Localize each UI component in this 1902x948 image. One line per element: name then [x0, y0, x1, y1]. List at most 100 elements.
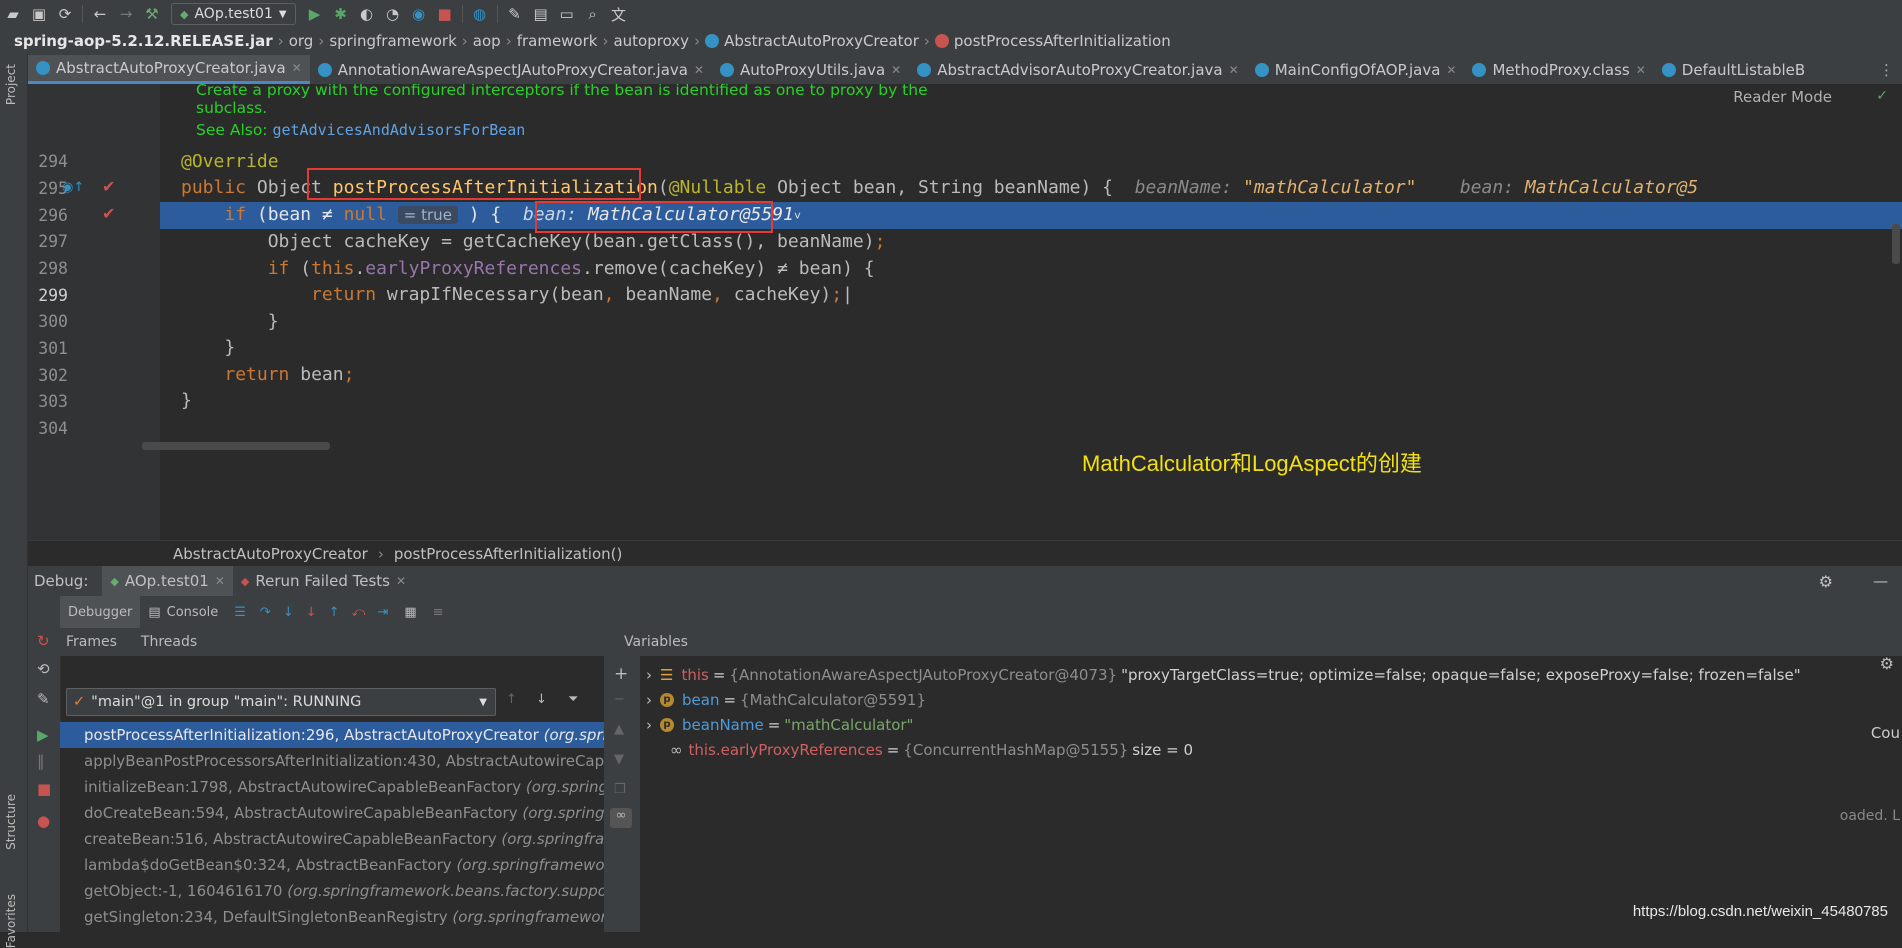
move-down-icon[interactable]: ▼: [614, 752, 624, 767]
tab-abstract-auto-proxy-creator[interactable]: AbstractAutoProxyCreator.java ✕: [28, 55, 310, 84]
profile-icon[interactable]: ◔: [380, 2, 406, 26]
force-step-into-icon[interactable]: ↓: [306, 605, 317, 620]
chevron-right-icon[interactable]: ›: [646, 691, 652, 709]
tab-abstract-advisor-auto-proxy-creator[interactable]: AbstractAdvisorAutoProxyCreator.java ✕: [909, 55, 1246, 84]
step-over-icon[interactable]: ↷: [260, 605, 271, 620]
settings-wrench-icon[interactable]: ✎: [37, 690, 50, 708]
debugger-tab[interactable]: Debugger: [60, 596, 141, 628]
terminal-icon[interactable]: ▭: [554, 2, 580, 26]
close-icon[interactable]: ✕: [694, 63, 704, 77]
favorites-tool-window-button[interactable]: Favorites: [4, 894, 18, 948]
show-watches-icon[interactable]: ∞: [610, 808, 632, 828]
close-icon[interactable]: ✕: [1636, 63, 1646, 77]
frame-item[interactable]: createBean:516, AbstractAutowireCapableB…: [60, 826, 604, 852]
tab-auto-proxy-utils[interactable]: AutoProxyUtils.java ✕: [712, 55, 909, 84]
variable-row-beanname[interactable]: › p beanName = "mathCalculator": [646, 712, 913, 737]
coverage-icon[interactable]: ◐: [354, 2, 380, 26]
frame-item[interactable]: applyBeanPostProcessorsAfterInitializati…: [60, 748, 604, 774]
stop-icon[interactable]: ■: [37, 780, 51, 798]
sync-icon[interactable]: ⟳: [52, 2, 78, 26]
frame-item[interactable]: doCreateBean:594, AbstractAutowireCapabl…: [60, 800, 604, 826]
breakpoint-check-icon[interactable]: ✔: [102, 177, 115, 196]
close-icon[interactable]: ✕: [215, 574, 225, 588]
horizontal-scrollbar[interactable]: [142, 442, 330, 450]
move-up-icon[interactable]: ▲: [614, 722, 624, 737]
open-folder-icon[interactable]: ▰: [0, 2, 26, 26]
frame-item[interactable]: getSingleton:234, DefaultSingletonBeanRe…: [60, 904, 604, 930]
save-icon[interactable]: ▣: [26, 2, 52, 26]
copy-icon[interactable]: ❐: [614, 782, 626, 797]
navbar-class[interactable]: AbstractAutoProxyCreator: [173, 545, 368, 563]
variable-row-bean[interactable]: › p bean = {MathCalculator@5591}: [646, 687, 926, 712]
tab-main-config-of-aop[interactable]: MainConfigOfAOP.java ✕: [1247, 55, 1465, 84]
view-breakpoints-icon[interactable]: ●: [37, 812, 50, 830]
run-to-cursor-icon[interactable]: ⇥: [377, 605, 388, 620]
override-marker-icon[interactable]: ◉↑: [62, 180, 84, 195]
tab-default-listable[interactable]: DefaultListableB: [1654, 55, 1813, 84]
variable-row-this[interactable]: › ☰ this = {AnnotationAwareAspectJAutoPr…: [646, 662, 1801, 687]
frames-tab[interactable]: Frames: [60, 634, 129, 650]
breadcrumb-method[interactable]: postProcessAfterInitialization: [954, 32, 1171, 50]
chevron-right-icon[interactable]: ›: [646, 716, 652, 734]
chevron-down-icon[interactable]: ˅: [794, 209, 801, 223]
breadcrumb-package-springframework[interactable]: springframework: [329, 32, 456, 50]
vertical-scrollbar[interactable]: [1892, 224, 1900, 264]
previous-frame-icon[interactable]: ↑: [506, 692, 517, 707]
evaluate-expression-icon[interactable]: ▦: [404, 605, 416, 620]
breadcrumb-package-org[interactable]: org: [289, 32, 314, 50]
frame-item[interactable]: postProcessAfterInitialization:296, Abst…: [60, 722, 604, 748]
frame-item[interactable]: lambda$doGetBean$0:324, AbstractBeanFact…: [60, 852, 604, 878]
step-into-icon[interactable]: ↓: [283, 605, 294, 620]
gear-icon[interactable]: ⚙: [1880, 654, 1894, 673]
remove-watch-icon[interactable]: −: [614, 692, 625, 707]
debug-bug-icon[interactable]: ✱: [328, 2, 354, 26]
structure-tool-window-button[interactable]: Structure: [4, 794, 18, 850]
reader-mode-toggle[interactable]: Reader Mode: [1733, 88, 1832, 106]
next-frame-icon[interactable]: ↓: [536, 692, 547, 707]
breadcrumb-package-framework[interactable]: framework: [517, 32, 598, 50]
tab-overflow-menu[interactable]: ⋮: [1871, 55, 1902, 84]
gear-icon[interactable]: ⚙: [1819, 572, 1833, 591]
close-icon[interactable]: ✕: [891, 63, 901, 77]
navbar-method[interactable]: postProcessAfterInitialization(): [394, 545, 623, 563]
doc-link[interactable]: getAdvicesAndAdvisorsForBean: [272, 121, 525, 139]
show-execution-point-icon[interactable]: ☰: [234, 605, 246, 620]
rerun-failed-icon[interactable]: ↻: [37, 632, 50, 650]
tab-annotation-aware-aspectj[interactable]: AnnotationAwareAspectJAutoProxyCreator.j…: [310, 55, 712, 84]
variable-row-watch[interactable]: ∞ this.earlyProxyReferences = {Concurren…: [670, 737, 1193, 762]
tab-method-proxy[interactable]: MethodProxy.class ✕: [1464, 55, 1653, 84]
close-icon[interactable]: ✕: [396, 574, 406, 588]
close-icon[interactable]: ✕: [292, 61, 302, 75]
breadcrumb-package-aop[interactable]: aop: [473, 32, 501, 50]
close-icon[interactable]: ✕: [1229, 63, 1239, 77]
search-icon[interactable]: ⌕: [580, 2, 606, 26]
frame-item[interactable]: initializeBean:1798, AbstractAutowireCap…: [60, 774, 604, 800]
project-structure-icon[interactable]: ▤: [528, 2, 554, 26]
chevron-right-icon[interactable]: ›: [646, 666, 652, 684]
pause-icon[interactable]: ‖: [37, 752, 45, 770]
step-out-icon[interactable]: ↑: [329, 605, 340, 620]
update-icon[interactable]: ◍: [467, 2, 493, 26]
rerun-failed-tests-tab[interactable]: ◆ Rerun Failed Tests ✕: [233, 566, 414, 596]
trace-icon[interactable]: ≡: [433, 605, 444, 620]
build-hammer-icon[interactable]: ⚒: [139, 2, 165, 26]
debug-session-tab[interactable]: ◆ AOp.test01 ✕: [102, 566, 233, 596]
breadcrumb-package-autoproxy[interactable]: autoproxy: [613, 32, 689, 50]
breakpoint-check-icon[interactable]: ✔: [102, 204, 115, 223]
threads-tab[interactable]: Threads: [129, 634, 209, 650]
translate-icon[interactable]: 文: [606, 2, 632, 26]
console-tab[interactable]: ▤ Console: [140, 596, 226, 628]
code-editor[interactable]: Reader Mode ✓ Create a proxy with the co…: [28, 84, 1902, 540]
forward-icon[interactable]: →: [113, 2, 139, 26]
help-icon[interactable]: ◉: [406, 2, 432, 26]
breadcrumb-jar[interactable]: spring-aop-5.2.12.RELEASE.jar: [14, 32, 273, 50]
run-configuration-select[interactable]: ◆ AOp.test01 ▼: [171, 3, 296, 25]
stop-icon[interactable]: ■: [432, 2, 458, 26]
drop-frame-icon[interactable]: ⤺: [352, 605, 366, 620]
thread-selector[interactable]: ✓ "main"@1 in group "main": RUNNING ▼: [66, 688, 496, 716]
back-icon[interactable]: ←: [87, 2, 113, 26]
filter-icon[interactable]: ⏷: [568, 692, 578, 707]
frame-item[interactable]: getObject:-1, 1604616170 (org.springfram…: [60, 878, 604, 904]
add-watch-icon[interactable]: +: [614, 664, 628, 684]
settings-wrench-icon[interactable]: ✎: [502, 2, 528, 26]
